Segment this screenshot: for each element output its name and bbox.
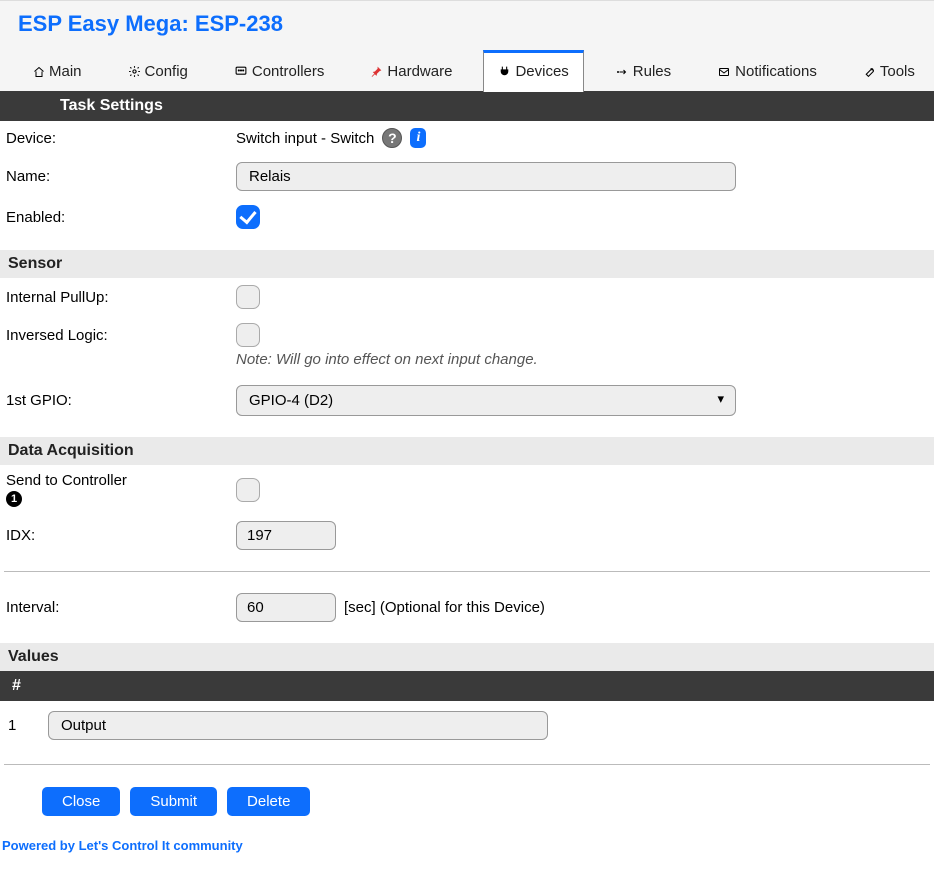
tab-label: Notifications xyxy=(735,63,817,80)
controller-number-badge: 1 xyxy=(6,491,22,507)
separator xyxy=(4,764,930,765)
home-icon xyxy=(33,66,45,78)
tab-label: Tools xyxy=(880,63,915,80)
section-sensor: Sensor xyxy=(0,250,934,278)
label-inversed-logic: Inversed Logic: xyxy=(4,327,236,344)
section-data-acquisition: Data Acquisition xyxy=(0,437,934,465)
inversed-logic-checkbox[interactable] xyxy=(236,323,260,347)
pin-icon xyxy=(370,65,383,78)
mail-icon xyxy=(717,66,731,78)
submit-button[interactable]: Submit xyxy=(130,787,217,816)
label-first-gpio: 1st GPIO: xyxy=(4,392,236,409)
tab-label: Hardware xyxy=(387,63,452,80)
tab-label: Config xyxy=(145,63,188,80)
arrow-icon xyxy=(615,66,629,78)
gpio-select[interactable]: GPIO-4 (D2) xyxy=(236,385,736,416)
device-type-text: Switch input - Switch xyxy=(236,130,374,147)
tab-label: Controllers xyxy=(252,63,325,80)
message-icon xyxy=(234,65,248,78)
label-device: Device: xyxy=(4,130,236,147)
values-header-num: # xyxy=(0,671,934,701)
page-title: ESP Easy Mega: ESP-238 xyxy=(18,9,916,49)
interval-suffix: [sec] (Optional for this Device) xyxy=(344,599,545,616)
label-interval: Interval: xyxy=(4,599,236,616)
delete-button[interactable]: Delete xyxy=(227,787,310,816)
name-input[interactable] xyxy=(236,162,736,191)
label-idx: IDX: xyxy=(4,527,236,544)
section-task-settings: Task Settings xyxy=(0,91,934,121)
label-name: Name: xyxy=(4,168,236,185)
tab-notifications[interactable]: Notifications xyxy=(702,52,832,92)
tab-label: Rules xyxy=(633,63,671,80)
enabled-checkbox[interactable] xyxy=(236,205,260,229)
label-send-controller: Send to Controller 1 xyxy=(4,472,236,507)
close-button[interactable]: Close xyxy=(42,787,120,816)
footer-link[interactable]: Let's Control It xyxy=(79,838,170,853)
separator xyxy=(4,571,930,572)
footer: Powered by Let's Control It community xyxy=(0,834,934,873)
tab-main[interactable]: Main xyxy=(18,52,97,92)
wrench-icon xyxy=(863,65,876,78)
label-internal-pullup: Internal PullUp: xyxy=(4,289,236,306)
info-icon[interactable]: i xyxy=(410,128,426,148)
send-controller-checkbox[interactable] xyxy=(236,478,260,502)
section-values: Values xyxy=(0,643,934,671)
tab-label: Main xyxy=(49,63,82,80)
inversed-note: Note: Will go into effect on next input … xyxy=(236,347,930,378)
tab-config[interactable]: Config xyxy=(113,52,203,92)
tab-devices[interactable]: Devices xyxy=(483,50,583,92)
label-enabled: Enabled: xyxy=(4,209,236,226)
gear-icon xyxy=(128,65,141,78)
tab-hardware[interactable]: Hardware xyxy=(355,52,467,92)
tab-tools[interactable]: Tools xyxy=(848,52,930,92)
plug-icon xyxy=(498,65,511,78)
idx-input[interactable] xyxy=(236,521,336,550)
tab-rules[interactable]: Rules xyxy=(600,52,686,92)
tab-controllers[interactable]: Controllers xyxy=(219,52,340,92)
interval-input[interactable] xyxy=(236,593,336,622)
value-name-input[interactable] xyxy=(48,711,548,740)
value-row: 1 xyxy=(4,701,930,750)
tab-bar: Main Config Controllers Hardware Devices xyxy=(18,49,916,91)
help-icon[interactable]: ? xyxy=(382,128,402,148)
tab-label: Devices xyxy=(515,63,568,80)
internal-pullup-checkbox[interactable] xyxy=(236,285,260,309)
value-number: 1 xyxy=(8,717,28,734)
